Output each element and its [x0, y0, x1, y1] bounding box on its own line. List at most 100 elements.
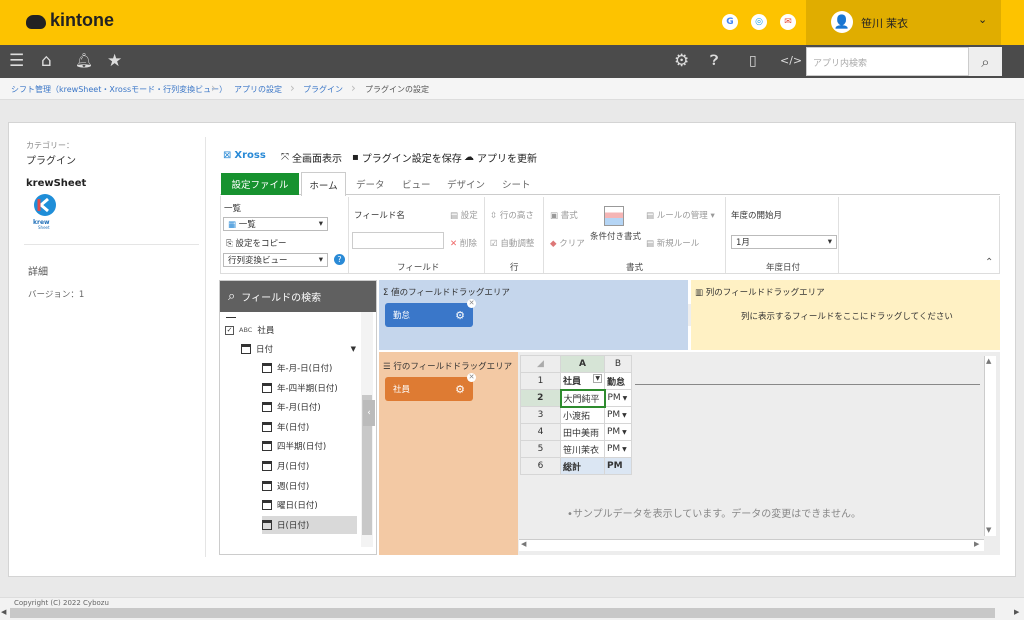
mail-service-icon[interactable]: ✉ [780, 14, 796, 30]
grid-cell[interactable]: 笹川茉衣 [560, 440, 605, 458]
field-item-date-dow[interactable]: 曜日(日付) [262, 496, 357, 514]
field-item-date-yq[interactable]: 年-四半期(日付) [262, 379, 357, 397]
search-input[interactable]: アプリ内検索 [806, 47, 969, 76]
update-app-button[interactable]: ☁ アプリを更新 [464, 150, 537, 165]
format-button[interactable]: ▣ 書式 [550, 209, 578, 221]
bell-icon[interactable]: 🔔︎ [75, 51, 93, 71]
row-header[interactable]: 6 [520, 457, 561, 475]
grid-cell[interactable]: 勤怠 [604, 372, 632, 390]
gear-icon[interactable]: ⚙ [674, 51, 689, 71]
field-item-date-d[interactable]: 日(日付) [262, 516, 357, 534]
grid-cell[interactable]: 小渡拓 [560, 406, 605, 424]
menu-icon[interactable]: ☰ [9, 51, 24, 71]
grid-cell[interactable]: PM ▼ [604, 389, 632, 407]
page-horizontal-scrollbar[interactable] [10, 608, 995, 618]
collapse-ribbon-icon[interactable]: ⌃ [985, 257, 993, 268]
breadcrumb-app-settings[interactable]: アプリの設定 [234, 84, 282, 95]
conditional-format-icon[interactable] [604, 206, 624, 226]
tab-design[interactable]: デザイン [447, 177, 485, 191]
row-header[interactable]: 1 [520, 372, 561, 390]
value-chip-attendance[interactable]: 勤怠 ⚙ ✕ [385, 299, 476, 327]
field-settings-button[interactable]: ▤ 設定 [450, 209, 478, 221]
chevron-down-icon[interactable]: ⌄ [978, 13, 987, 26]
mobile-icon[interactable]: ▯ [749, 51, 757, 71]
grid-cell[interactable]: 田中美雨 [560, 423, 605, 441]
copy-settings-button[interactable]: ⎘ 設定をコピー [226, 237, 287, 249]
gear-icon[interactable]: ⚙ [455, 383, 465, 396]
xross-button[interactable]: ⊠ Xross [223, 150, 266, 161]
fiscal-month-select[interactable]: 1月 ▾ [731, 235, 837, 249]
list-select[interactable]: ▦ 一覧 ▾ [223, 217, 328, 231]
grid-cell[interactable]: PM ▼ [604, 423, 632, 441]
scroll-right-icon[interactable]: ▶ [1014, 608, 1019, 616]
caret-down-icon[interactable]: ▼ [351, 345, 356, 353]
row-header[interactable]: 5 [520, 440, 561, 458]
field-item-date-w[interactable]: 週(日付) [262, 477, 357, 495]
save-settings-button[interactable]: ▪ プラグイン設定を保存 [352, 150, 462, 165]
col-header-a[interactable]: A [560, 355, 605, 373]
tab-view[interactable]: ビュー [402, 177, 431, 191]
help-icon[interactable]: ? [334, 254, 345, 265]
scroll-right-icon[interactable]: ▶ [974, 540, 979, 548]
field-item-date-ymd[interactable]: 年-月-日(日付) [262, 359, 357, 377]
dropdown-icon[interactable]: ▼ [620, 446, 627, 453]
gear-icon[interactable]: ⚙ [455, 309, 465, 322]
grid-cell[interactable]: PM ▼ [604, 406, 632, 424]
close-icon[interactable]: ✕ [467, 373, 476, 382]
scroll-left-icon[interactable]: ◀ [521, 540, 526, 548]
tab-sheet[interactable]: シート [502, 177, 531, 191]
help-icon[interactable]: ❓︎ [710, 51, 718, 71]
clear-button[interactable]: ◆ クリア [550, 237, 585, 249]
home-icon[interactable]: ⌂ [41, 51, 52, 71]
row-header[interactable]: 2 [520, 389, 561, 407]
col-header-b[interactable]: B [604, 355, 632, 373]
tab-settings-file[interactable]: 設定ファイル [221, 173, 299, 195]
app-logo[interactable]: kintone [50, 10, 114, 31]
view-select[interactable]: 行列変換ビュー ▾ [223, 253, 328, 267]
row-chip-employee[interactable]: 社員 ⚙ ✕ [385, 373, 476, 401]
dropdown-icon[interactable]: ▼ [620, 412, 627, 419]
grid-cell-total[interactable]: PM [604, 457, 632, 475]
tab-home[interactable]: ホーム [301, 172, 346, 196]
grid-cell-selected[interactable]: 大門純平 [559, 388, 606, 408]
star-icon[interactable]: ★ [107, 51, 122, 71]
field-item-date-q[interactable]: 四半期(日付) [262, 437, 357, 455]
google-service-icon[interactable]: G [722, 14, 738, 30]
grid-cell[interactable]: 社員 ▼ [560, 372, 605, 390]
row-header[interactable]: 4 [520, 423, 561, 441]
field-name-input[interactable] [352, 232, 444, 249]
field-item-date-y[interactable]: 年(日付) [262, 418, 357, 436]
scroll-down-icon[interactable]: ▼ [986, 526, 991, 534]
auto-adjust-checkbox[interactable]: ☑ 自動調整 [490, 237, 534, 249]
breadcrumb-plugin[interactable]: プラグイン [303, 84, 343, 95]
detail-link[interactable]: 詳細 [28, 263, 48, 278]
field-item-date-ym[interactable]: 年-月(日付) [262, 398, 357, 416]
conditional-format-label[interactable]: 条件付き書式 [590, 230, 641, 242]
scroll-left-icon[interactable]: ◀ [1, 608, 6, 616]
filter-dropdown-icon[interactable]: ▼ [593, 374, 602, 384]
field-item-date-m[interactable]: 月(日付) [262, 457, 357, 475]
field-delete-button[interactable]: ✕ 削除 [450, 237, 477, 249]
rule-manage-button[interactable]: ▤ ルールの管理 ▾ [646, 209, 715, 221]
new-rule-button[interactable]: ▤ 新規ルール [646, 237, 699, 249]
breadcrumb-app[interactable]: シフト管理（krewSheet・Xrossモード・行列変換ビュー） [11, 84, 227, 95]
field-search[interactable]: ⌕ フィールドの検索 [220, 281, 376, 312]
search-icon[interactable]: ⌕ [969, 47, 1002, 76]
grid-vertical-scrollbar[interactable] [984, 356, 996, 536]
user-name[interactable]: 笹川 茉衣 [861, 15, 908, 31]
close-icon[interactable]: ✕ [467, 299, 476, 308]
code-icon[interactable]: </> [780, 51, 802, 71]
grid-cell-total[interactable]: 総計 [560, 457, 605, 475]
garoon-service-icon[interactable]: ◎ [751, 14, 767, 30]
dropdown-icon[interactable]: ▼ [621, 395, 628, 402]
row-height-button[interactable]: ⇳ 行の高さ [490, 209, 534, 221]
fullscreen-button[interactable]: ⤧ 全画面表示 [281, 150, 342, 165]
dropdown-icon[interactable]: ▼ [620, 429, 627, 436]
select-all-corner[interactable]: ◢ [520, 355, 561, 373]
field-item-date[interactable]: 日付 ▼ [241, 340, 356, 358]
tab-data[interactable]: データ [356, 177, 385, 191]
grid-horizontal-scrollbar[interactable] [519, 539, 984, 551]
scroll-up-icon[interactable]: ▲ [986, 357, 991, 365]
row-header[interactable]: 3 [520, 406, 561, 424]
field-item-employee[interactable]: ✓ ABC 社員 [225, 321, 320, 339]
